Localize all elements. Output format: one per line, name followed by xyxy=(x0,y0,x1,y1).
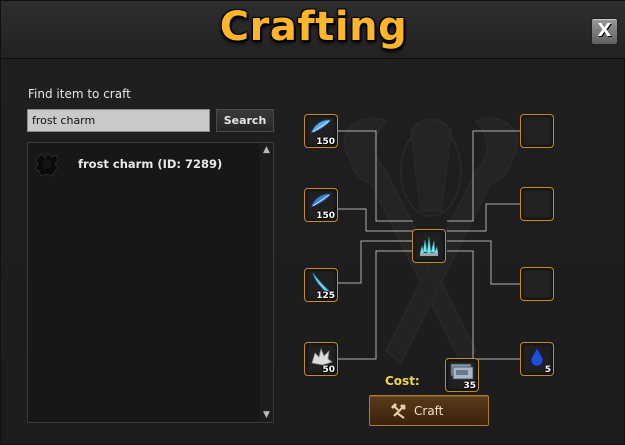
ingredient-slot-7[interactable] xyxy=(520,267,554,301)
list-item[interactable]: frost charm (ID: 7289) xyxy=(29,147,260,181)
cost-slot: 35 xyxy=(445,358,479,392)
crafting-tree-background xyxy=(338,117,521,365)
cost-label: Cost: xyxy=(385,374,420,388)
ingredient-quantity: 125 xyxy=(316,291,335,301)
search-button[interactable]: Search xyxy=(216,109,274,132)
scroll-up-icon[interactable]: ▲ xyxy=(260,144,273,156)
craft-button[interactable]: Craft xyxy=(369,395,489,426)
results-scrollbar[interactable]: ▲ ▼ xyxy=(260,142,274,423)
ice-shard-icon xyxy=(312,272,330,293)
white-fur-icon xyxy=(311,347,333,366)
ingredient-slot-8[interactable]: 5 xyxy=(520,342,554,376)
search-input[interactable] xyxy=(27,109,210,132)
close-button[interactable]: X xyxy=(591,18,618,45)
window-title: Crafting xyxy=(219,4,408,50)
ingredient-quantity: 150 xyxy=(316,137,335,147)
result-item-label: frost charm (ID: 7289) xyxy=(78,157,223,171)
ingredient-quantity: 150 xyxy=(316,211,335,221)
blue-feather-icon xyxy=(310,119,332,134)
frost-charm-icon xyxy=(34,152,59,177)
hammer-icon xyxy=(391,403,406,419)
craft-result-slot[interactable] xyxy=(412,229,446,263)
ingredient-slot-4[interactable]: 50 xyxy=(304,342,338,376)
blue-drop-icon xyxy=(530,347,544,367)
ingredient-quantity: 50 xyxy=(322,365,335,375)
ingredient-slot-5[interactable] xyxy=(520,114,554,148)
find-item-label: Find item to craft xyxy=(28,87,131,101)
blue-feather-icon xyxy=(310,193,332,208)
ingredient-quantity: 5 xyxy=(544,365,551,375)
ingredient-slot-3[interactable]: 125 xyxy=(304,268,338,302)
ice-crystal-icon xyxy=(419,236,439,256)
craft-button-label: Craft xyxy=(414,404,444,418)
crafting-window: Crafting X Find item to craft Search fro… xyxy=(0,0,625,445)
cost-quantity: 35 xyxy=(463,381,476,391)
ingredient-slot-2[interactable]: 150 xyxy=(304,188,338,222)
ingredient-slot-1[interactable]: 150 xyxy=(304,114,338,148)
scroll-down-icon[interactable]: ▼ xyxy=(260,409,273,421)
ingredient-slot-6[interactable] xyxy=(520,187,554,221)
results-list[interactable]: frost charm (ID: 7289) xyxy=(27,142,261,423)
